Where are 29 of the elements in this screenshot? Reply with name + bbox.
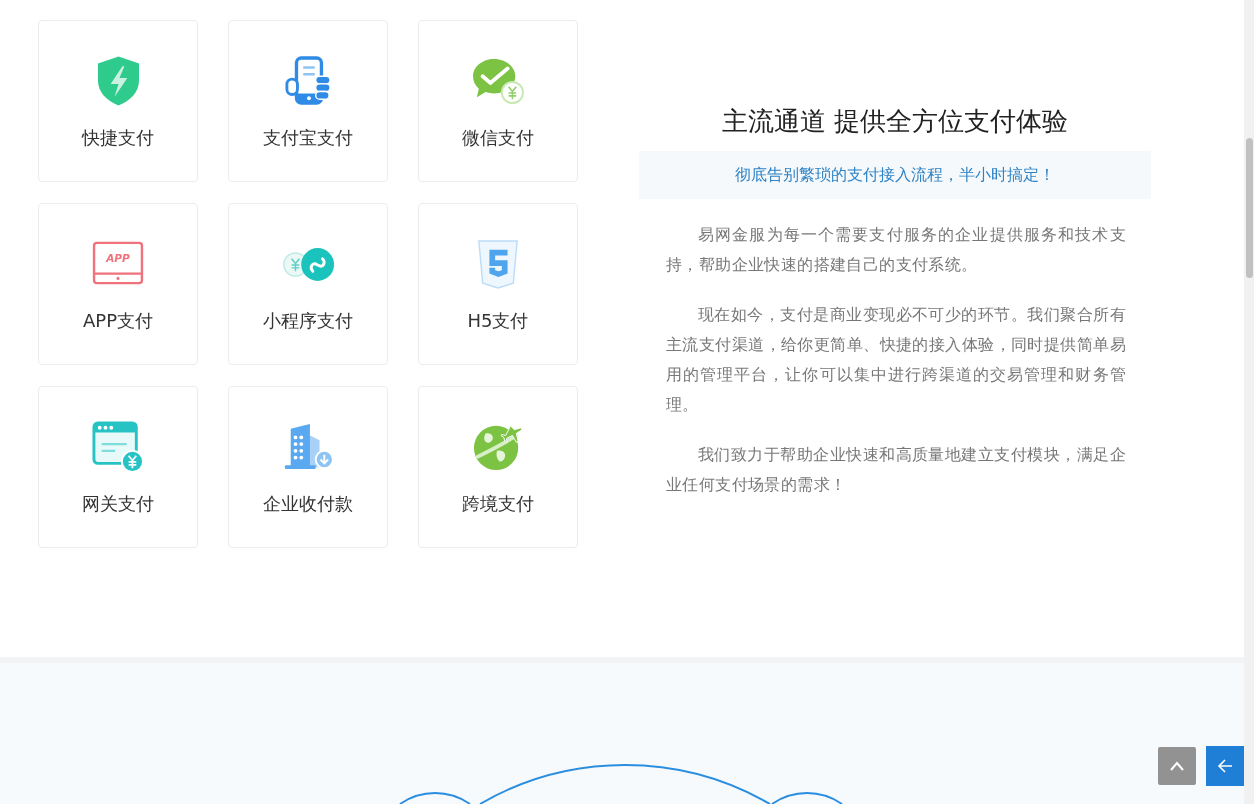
payment-method-label: 微信支付 (462, 126, 534, 150)
tagline-banner: 彻底告别繁琐的支付接入流程，半小时搞定！ (639, 151, 1151, 199)
payment-method-label: 小程序支付 (263, 309, 353, 333)
payment-method-label: 支付宝支付 (263, 126, 353, 150)
circle-outline (399, 791, 471, 804)
scrollbar-track[interactable] (1244, 0, 1254, 804)
back-to-top-button[interactable] (1158, 747, 1196, 785)
payment-method-label: 跨境支付 (462, 492, 534, 516)
payment-method-label: 网关支付 (82, 492, 154, 516)
intro-paragraph: 现在如今，支付是商业变现必不可少的环节。我们聚合所有主流支付渠道，给你更简单、快捷的接入体验，同时提供简单易用的管理平台，让你可以集中进行跨渠道的交易管理和财务管理。 (666, 304, 1126, 416)
chat-bubble-icon (471, 57, 525, 105)
intro-paragraph: 我们致力于帮助企业快速和高质量地建立支付模块，满足企业任何支付场景的需求！ (666, 444, 1126, 496)
coins-icon (281, 246, 335, 282)
payment-method-label: 企业收付款 (263, 492, 353, 516)
browser-window-icon (92, 421, 144, 473)
chevron-up-icon (1170, 761, 1184, 771)
payment-method-label: 快捷支付 (82, 126, 154, 150)
payment-method-label: APP支付 (83, 309, 153, 333)
shield-number-icon (476, 239, 520, 289)
tablet-icon: APP (92, 241, 144, 287)
payment-method-label: H5支付 (467, 309, 529, 333)
collapse-button[interactable] (1206, 746, 1244, 786)
arrow-left-icon (1217, 759, 1233, 773)
lightning-shield-icon (95, 55, 141, 107)
scrollbar-thumb[interactable] (1245, 138, 1253, 278)
intro-paragraph: 易网金服为每一个需要支付服务的企业提供服务和技术支持，帮助企业快速的搭建自己的支付系统。 (666, 224, 1126, 276)
hand-phone-icon (284, 55, 332, 107)
globe-plane-icon (472, 422, 524, 472)
section-title: 主流通道 提供全方位支付体验 (720, 105, 1070, 138)
